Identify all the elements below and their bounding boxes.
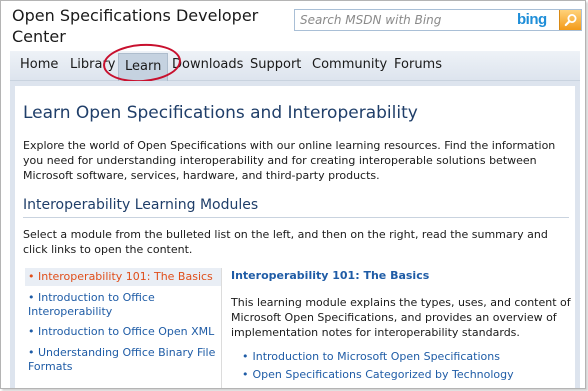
search-input[interactable]: [295, 10, 510, 30]
page-title: Learn Open Specifications and Interopera…: [23, 103, 418, 123]
module-list: • Interoperability 101: The Basics • Int…: [25, 268, 222, 388]
bullet-icon: •: [242, 368, 249, 381]
detail-link-intro-open-specs[interactable]: • Introduction to Microsoft Open Specific…: [242, 350, 500, 363]
section-title: Interoperability Learning Modules: [23, 197, 259, 213]
bullet-icon: •: [242, 350, 249, 363]
detail-link-label[interactable]: Open Specifications Categorized by Techn…: [253, 368, 514, 381]
search-button[interactable]: [559, 10, 581, 30]
section-description: Select a module from the bulleted list o…: [23, 228, 548, 256]
module-item-interop-101[interactable]: • Interoperability 101: The Basics: [25, 268, 221, 286]
nav-forums[interactable]: Forums: [394, 57, 442, 72]
detail-link-specs-by-technology[interactable]: • Open Specifications Categorized by Tech…: [242, 368, 514, 381]
module-item-office-binary-formats[interactable]: • Understanding Office Binary File Forma…: [25, 344, 221, 376]
search-icon: [564, 14, 577, 27]
search-box: bing: [294, 9, 582, 31]
module-item-office-open-xml[interactable]: • Introduction to Office Open XML: [25, 323, 221, 341]
content-panel: Learn Open Specifications and Interopera…: [10, 81, 580, 388]
detail-link-label[interactable]: Introduction to Microsoft Open Specifica…: [253, 350, 500, 363]
site-title[interactable]: Open Specifications Developer Center: [12, 5, 292, 47]
module-detail-title[interactable]: Interoperability 101: The Basics: [231, 269, 429, 282]
bing-logo: bing: [517, 11, 547, 28]
intro-text: Explore the world of Open Specifications…: [23, 139, 556, 182]
nav-downloads[interactable]: Downloads: [172, 57, 243, 72]
module-detail-description: This learning module explains the types,…: [231, 296, 571, 339]
section-divider: [23, 217, 569, 218]
nav-community[interactable]: Community: [312, 57, 387, 72]
browser-frame: Open Specifications Developer Center bin…: [0, 0, 586, 389]
nav-support[interactable]: Support: [250, 57, 301, 72]
module-item-office-interop[interactable]: • Introduction to Office Interoperabilit…: [25, 289, 221, 321]
nav-home[interactable]: Home: [20, 57, 58, 72]
content-area: Learn Open Specifications and Interopera…: [15, 86, 575, 388]
top-nav: Home Library Learn Downloads Support Com…: [10, 51, 580, 81]
